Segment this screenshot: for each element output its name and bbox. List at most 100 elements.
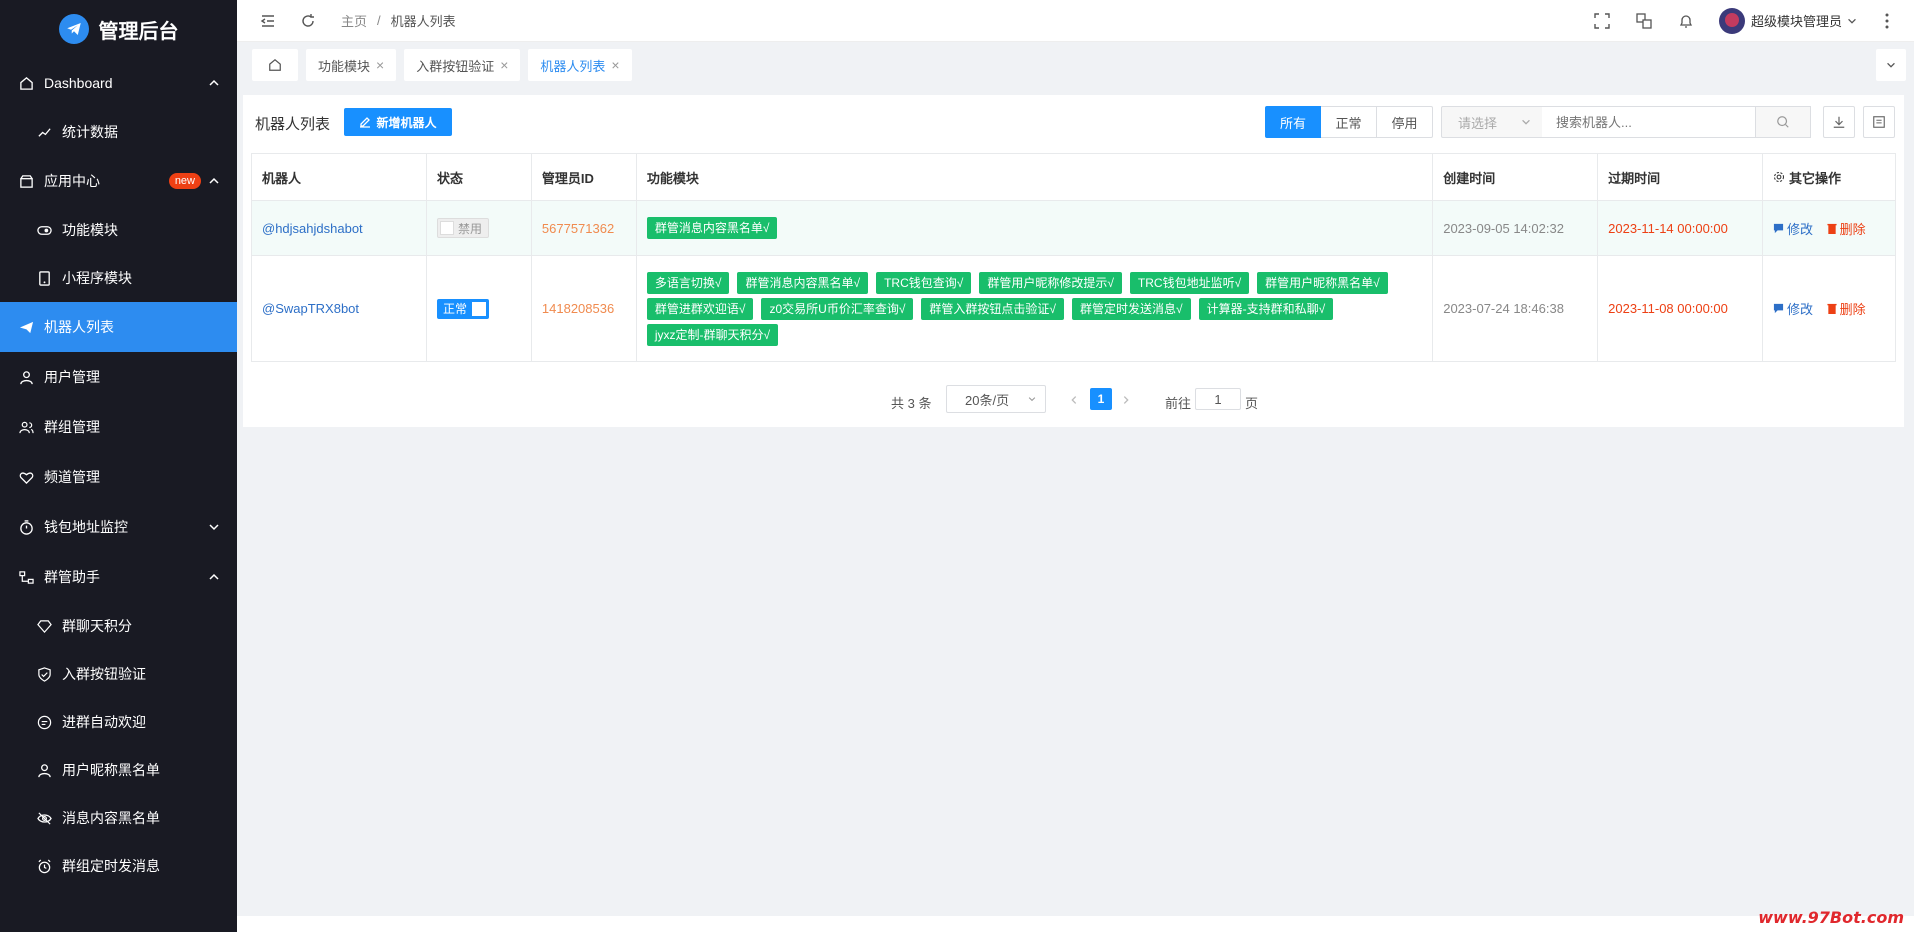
sidebar-item-label: 小程序模块 bbox=[62, 270, 132, 286]
chevron-right-icon[interactable] bbox=[1120, 394, 1132, 406]
sidebar-item-label: 入群按钮验证 bbox=[62, 666, 146, 682]
goto-suffix: 页 bbox=[1245, 396, 1259, 411]
goto-input[interactable]: 1 bbox=[1195, 388, 1241, 410]
comment-edit-icon bbox=[1773, 223, 1784, 233]
status-toggle[interactable]: 正常 bbox=[436, 298, 489, 319]
sidebar-item-groups[interactable]: 群组管理 bbox=[0, 402, 237, 452]
bot-table: 机器人 状态 管理员ID 功能模块 创建时间 过期时间 其它操作 @hdjsah… bbox=[251, 153, 1896, 362]
sidebar-item-feature-modules[interactable]: 功能模块 bbox=[0, 206, 237, 254]
admin-id: 1418208536 bbox=[541, 301, 615, 316]
filter-all[interactable]: 所有 bbox=[1265, 106, 1321, 138]
users-icon bbox=[18, 419, 34, 435]
page-size-value: 20条/页 bbox=[965, 392, 1010, 408]
sidebar-item-channels[interactable]: 频道管理 bbox=[0, 452, 237, 502]
col-expires: 过期时间 bbox=[1597, 153, 1764, 201]
search-button[interactable] bbox=[1755, 106, 1811, 138]
tab-join-verify[interactable]: 入群按钮验证 × bbox=[404, 49, 521, 81]
page-current[interactable]: 1 bbox=[1090, 388, 1112, 410]
avatar[interactable] bbox=[1718, 7, 1745, 34]
bot-username[interactable]: @SwapTRX8bot bbox=[262, 301, 359, 316]
delete-button[interactable]: 删除 bbox=[1827, 299, 1866, 318]
status-select[interactable]: 请选择 bbox=[1441, 106, 1543, 138]
page-size-select[interactable]: 20条/页 bbox=[946, 385, 1046, 413]
col-admin-id: 管理员ID bbox=[530, 153, 637, 201]
module-tag: 群管入群按钮点击验证√ bbox=[921, 297, 1065, 320]
store-icon bbox=[18, 173, 34, 189]
chevron-left-icon[interactable] bbox=[1068, 394, 1080, 406]
module-tag: 多语言切换√ bbox=[646, 271, 730, 294]
chat-icon bbox=[36, 714, 52, 730]
edit-button[interactable]: 修改 bbox=[1773, 299, 1813, 318]
sidebar-item-dashboard[interactable]: Dashboard bbox=[0, 58, 237, 108]
bell-icon[interactable] bbox=[1677, 12, 1695, 30]
sidebar-item-label: 群组定时发消息 bbox=[62, 858, 160, 874]
more-icon[interactable] bbox=[1878, 12, 1896, 30]
chevron-down-icon[interactable] bbox=[1846, 15, 1858, 27]
menu-fold-icon[interactable] bbox=[259, 12, 277, 30]
delete-button[interactable]: 删除 bbox=[1827, 219, 1866, 238]
watermark: www.97Bot.com bbox=[1758, 908, 1904, 927]
sidebar-item-scheduled-messages[interactable]: 群组定时发消息 bbox=[0, 842, 237, 890]
tab-bot-list[interactable]: 机器人列表 × bbox=[528, 49, 632, 81]
module-tag: 群管消息内容黑名单√ bbox=[737, 271, 869, 294]
search-input[interactable] bbox=[1542, 106, 1756, 138]
chevron-down-icon bbox=[1887, 62, 1895, 68]
chevron-down-icon bbox=[209, 524, 219, 531]
module-tag: 群管定时发送消息√ bbox=[1072, 297, 1191, 320]
sidebar-item-label: 用户昵称黑名单 bbox=[62, 762, 160, 778]
refresh-icon[interactable] bbox=[299, 12, 317, 30]
filter-normal[interactable]: 正常 bbox=[1321, 106, 1377, 138]
tablet-icon bbox=[36, 270, 52, 286]
logo[interactable]: 管理后台 bbox=[0, 0, 237, 58]
sidebar-item-statistics[interactable]: 统计数据 bbox=[0, 108, 237, 156]
sidebar-item-group-assistant[interactable]: 群管助手 bbox=[0, 552, 237, 602]
edit-button[interactable]: 修改 bbox=[1773, 219, 1813, 238]
chevron-up-icon bbox=[209, 79, 219, 86]
module-tag: 群管进群欢迎语√ bbox=[646, 297, 754, 320]
bot-username[interactable]: @hdjsahjdshabot bbox=[262, 221, 363, 236]
module-tag: 计算器-支持群和私聊√ bbox=[1198, 297, 1334, 320]
user-icon bbox=[18, 369, 34, 385]
stopwatch-icon bbox=[18, 519, 34, 535]
col-status: 状态 bbox=[425, 153, 532, 201]
sidebar-item-label: 频道管理 bbox=[44, 469, 100, 485]
toggle-icon bbox=[36, 222, 52, 238]
translate-icon[interactable] bbox=[1635, 12, 1653, 30]
breadcrumb-home[interactable]: 主页 bbox=[341, 11, 367, 30]
tab-home[interactable] bbox=[252, 49, 298, 81]
sidebar-item-nickname-blacklist[interactable]: 用户昵称黑名单 bbox=[0, 746, 237, 794]
sidebar-item-miniprogram[interactable]: 小程序模块 bbox=[0, 254, 237, 302]
sidebar-item-message-blacklist[interactable]: 消息内容黑名单 bbox=[0, 794, 237, 842]
trend-icon bbox=[36, 124, 52, 140]
col-actions: 其它操作 bbox=[1762, 153, 1896, 201]
close-icon[interactable]: × bbox=[611, 57, 619, 73]
eye-off-icon bbox=[36, 810, 52, 826]
sidebar-item-wallet-monitor[interactable]: 钱包地址监控 bbox=[0, 502, 237, 552]
sidebar-item-chat-points[interactable]: 群聊天积分 bbox=[0, 602, 237, 650]
fullscreen-icon[interactable] bbox=[1593, 12, 1611, 30]
main-panel: 机器人列表 新增机器人 所有 正常 停用 请选择 机器人 状态 bbox=[243, 95, 1904, 427]
sidebar-item-auto-welcome[interactable]: 进群自动欢迎 bbox=[0, 698, 237, 746]
sidebar-item-bot-list[interactable]: 机器人列表 bbox=[0, 302, 237, 352]
print-icon bbox=[1873, 116, 1885, 128]
module-tag: 群管消息内容黑名单√ bbox=[646, 217, 778, 239]
tabs-dropdown-button[interactable] bbox=[1876, 49, 1906, 81]
sidebar-item-app-center[interactable]: 应用中心 new bbox=[0, 156, 237, 206]
delete-label: 删除 bbox=[1839, 302, 1866, 317]
status-label: 禁用 bbox=[457, 221, 482, 236]
sidebar-item-join-verify[interactable]: 入群按钮验证 bbox=[0, 650, 237, 698]
comment-edit-icon bbox=[1773, 303, 1784, 314]
export-button[interactable] bbox=[1823, 106, 1855, 138]
close-icon[interactable]: × bbox=[376, 57, 384, 73]
user-name[interactable]: 超级模块管理员 bbox=[1751, 11, 1842, 30]
close-icon[interactable]: × bbox=[500, 57, 508, 73]
trash-icon bbox=[1827, 303, 1837, 314]
add-bot-button[interactable]: 新增机器人 bbox=[344, 108, 452, 136]
new-badge: new bbox=[168, 173, 201, 189]
tab-feature-modules[interactable]: 功能模块 × bbox=[306, 49, 397, 81]
edit-label: 修改 bbox=[1787, 221, 1814, 237]
status-toggle[interactable]: 禁用 bbox=[436, 218, 489, 238]
sidebar-item-users[interactable]: 用户管理 bbox=[0, 352, 237, 402]
print-button[interactable] bbox=[1863, 106, 1895, 138]
filter-disabled[interactable]: 停用 bbox=[1377, 106, 1433, 138]
